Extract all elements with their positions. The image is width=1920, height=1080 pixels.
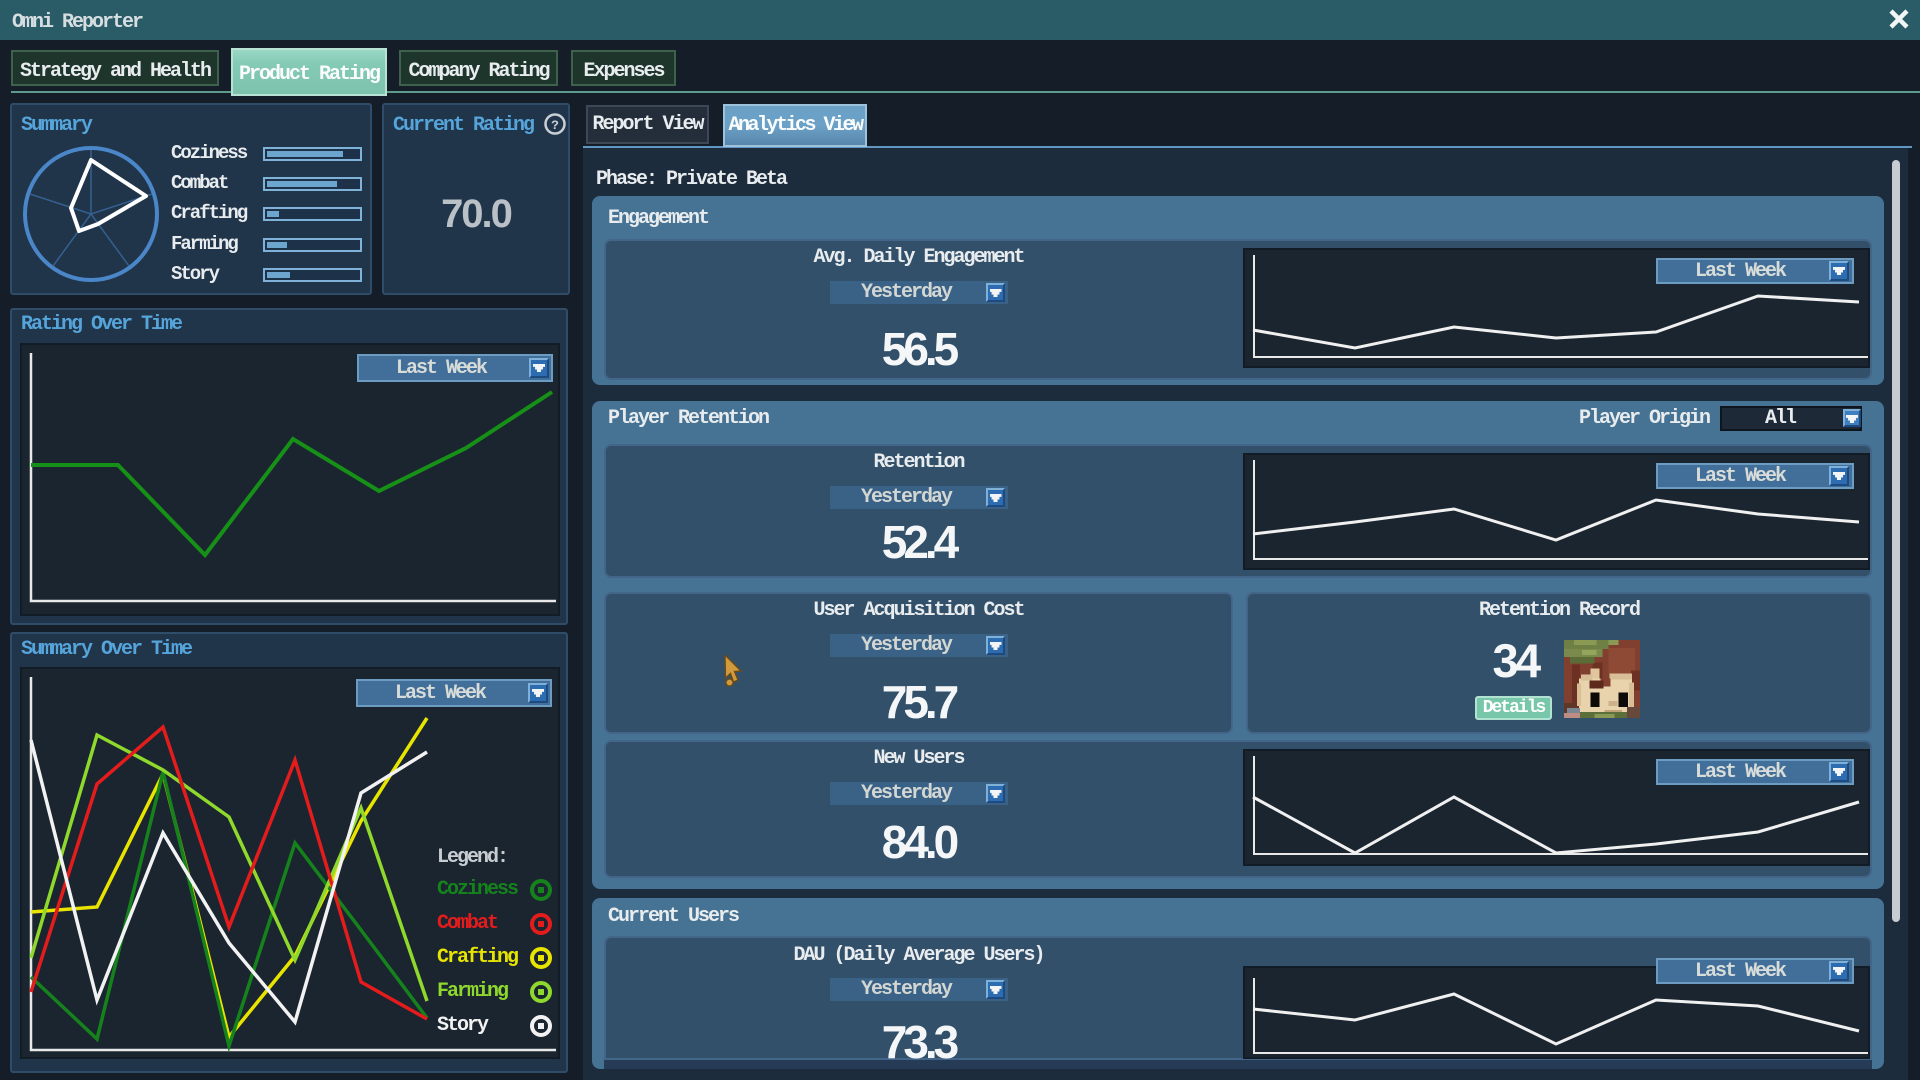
svg-text:?: ? bbox=[551, 118, 559, 133]
